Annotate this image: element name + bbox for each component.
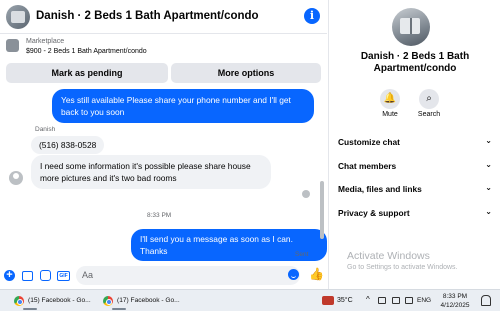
mute-button[interactable]: 🔔 xyxy=(380,89,400,109)
composer: + GIF Aa 👍 xyxy=(0,262,327,289)
mark-as-pending-button[interactable]: Mark as pending xyxy=(6,63,168,83)
incoming-message[interactable]: I need some information it's possible pl… xyxy=(31,155,271,189)
section-privacy-support[interactable]: Privacy & support ⌄ xyxy=(338,207,492,218)
section-label: Media, files and links xyxy=(338,184,422,194)
chrome-icon xyxy=(14,296,24,306)
emoji-icon[interactable] xyxy=(288,269,299,280)
seen-avatar xyxy=(302,190,310,198)
battery-icon[interactable] xyxy=(392,297,400,304)
taskbar-chrome-window[interactable]: (15) Facebook - Go... xyxy=(11,292,91,310)
section-customize-chat[interactable]: Customize chat ⌄ xyxy=(338,136,492,147)
listing-title[interactable]: $900 - 2 Beds 1 Bath Apartment/condo xyxy=(26,48,147,55)
section-media-files-links[interactable]: Media, files and links ⌄ xyxy=(338,183,492,194)
image-icon[interactable] xyxy=(22,271,33,281)
language-indicator[interactable]: ENG xyxy=(417,297,431,304)
taskbar-chrome-window[interactable]: (17) Facebook - Go... xyxy=(100,292,182,310)
thumbs-up-icon[interactable]: 👍 xyxy=(309,268,324,280)
volume-icon[interactable] xyxy=(405,297,413,304)
taskbar-window-label: (17) Facebook - Go... xyxy=(117,297,180,304)
scrollbar-thumb[interactable] xyxy=(320,181,324,239)
marketplace-banner: Marketplace $900 - 2 Beds 1 Bath Apartme… xyxy=(0,34,327,85)
plus-icon[interactable]: + xyxy=(4,270,15,281)
taskbar: (15) Facebook - Go... (17) Facebook - Go… xyxy=(0,289,500,311)
marketplace-label: Marketplace xyxy=(26,38,65,45)
scrollbar[interactable] xyxy=(319,89,325,257)
network-icon[interactable] xyxy=(378,297,386,304)
mute-label: Mute xyxy=(382,111,398,118)
chevron-down-icon: ⌄ xyxy=(485,160,492,169)
sender-name: Danish xyxy=(35,126,56,133)
section-chat-members[interactable]: Chat members ⌄ xyxy=(338,160,492,171)
profile-name: Danish · 2 Beds 1 Bath Apartment/condo xyxy=(360,51,470,74)
chevron-down-icon: ⌄ xyxy=(485,136,492,145)
profile-avatar[interactable] xyxy=(392,8,430,46)
temperature[interactable]: 35°C xyxy=(337,297,353,304)
more-options-button[interactable]: More options xyxy=(171,63,321,83)
tray-expand-icon[interactable]: ^ xyxy=(366,295,370,304)
clock-date: 4/12/2025 xyxy=(440,302,470,309)
activate-windows-subtitle: Go to Settings to activate Windows. xyxy=(347,264,458,271)
info-icon[interactable]: i xyxy=(304,8,320,24)
contact-avatar[interactable] xyxy=(6,5,30,29)
conversation-title[interactable]: Danish · 2 Beds 1 Bath Apartment/condo xyxy=(36,10,259,22)
taskbar-window-label: (15) Facebook - Go... xyxy=(28,297,91,304)
section-label: Privacy & support xyxy=(338,208,410,218)
activate-windows-title: Activate Windows xyxy=(347,250,430,262)
conversation-info-pane: Danish · 2 Beds 1 Bath Apartment/condo 🔔… xyxy=(328,0,500,289)
section-label: Chat members xyxy=(338,161,397,171)
sticker-icon[interactable] xyxy=(40,270,51,281)
incoming-message[interactable]: (516) 838-0528 xyxy=(31,136,105,154)
sent-status: Sent xyxy=(295,251,309,258)
listing-thumbnail[interactable] xyxy=(6,39,19,52)
search-button[interactable]: ⌕ xyxy=(419,89,439,109)
clock-time: 8:33 PM xyxy=(442,293,468,300)
chevron-down-icon: ⌄ xyxy=(485,183,492,192)
message-input[interactable]: Aa xyxy=(76,266,300,285)
section-label: Customize chat xyxy=(338,137,400,147)
message-timestamp: 8:33 PM xyxy=(147,212,172,219)
chat-header: Danish · 2 Beds 1 Bath Apartment/condo i xyxy=(0,0,327,34)
chevron-down-icon: ⌄ xyxy=(485,207,492,216)
notification-icon[interactable] xyxy=(481,295,491,306)
chrome-icon xyxy=(103,296,113,306)
chat-pane: Danish · 2 Beds 1 Bath Apartment/condo i… xyxy=(0,0,327,289)
clock[interactable]: 8:33 PM 4/12/2025 xyxy=(438,292,472,310)
search-label: Search xyxy=(417,111,441,118)
sender-avatar[interactable] xyxy=(9,171,23,185)
outgoing-message[interactable]: Yes still available Please share your ph… xyxy=(52,89,314,123)
gif-icon[interactable]: GIF xyxy=(57,271,70,281)
weather-icon[interactable] xyxy=(322,296,334,305)
